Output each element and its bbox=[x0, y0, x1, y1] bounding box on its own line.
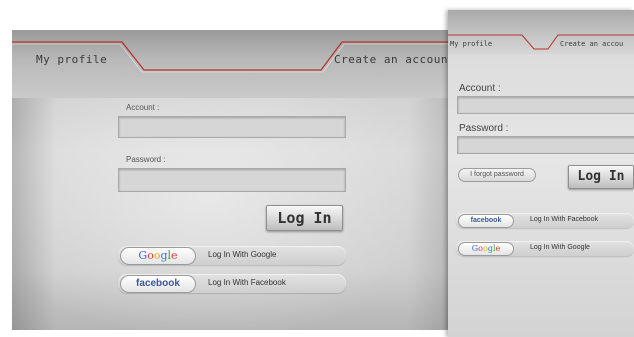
google-logo: Google bbox=[120, 247, 196, 265]
login-screen-small: My profile Create an accou Account : Pas… bbox=[448, 10, 634, 337]
facebook-login-row[interactable]: facebook Log In With Facebook bbox=[118, 274, 346, 293]
login-button[interactable]: Log In bbox=[568, 165, 634, 189]
account-field[interactable] bbox=[118, 116, 346, 138]
facebook-logo: facebook bbox=[120, 275, 196, 293]
password-field[interactable] bbox=[457, 136, 634, 154]
tab-create-account[interactable]: Create an accou bbox=[560, 40, 623, 48]
facebook-logo: facebook bbox=[458, 214, 514, 228]
tab-create-account[interactable]: Create an account bbox=[334, 53, 452, 66]
tab-my-profile[interactable]: My profile bbox=[450, 40, 492, 48]
password-label: Password : bbox=[126, 155, 166, 164]
google-logo: Google bbox=[458, 242, 514, 256]
login-button[interactable]: Log In bbox=[266, 205, 343, 231]
tab-my-profile[interactable]: My profile bbox=[36, 53, 107, 66]
password-field[interactable] bbox=[118, 168, 346, 192]
account-field[interactable] bbox=[457, 96, 634, 114]
account-label: Account : bbox=[459, 83, 501, 94]
google-login-label: Log In With Google bbox=[530, 244, 590, 251]
login-screen-large: My profile Create an account Account : P… bbox=[12, 30, 452, 330]
facebook-login-row[interactable]: facebook Log In With Facebook bbox=[456, 213, 634, 228]
facebook-login-label: Log In With Facebook bbox=[530, 216, 599, 223]
google-login-row[interactable]: Google Log In With Google bbox=[456, 241, 634, 256]
password-label: Password : bbox=[459, 123, 509, 134]
forgot-password-link[interactable]: I forgot password bbox=[458, 168, 536, 182]
facebook-login-label: Log In With Facebook bbox=[208, 278, 286, 287]
google-login-row[interactable]: Google Log In With Google bbox=[118, 246, 346, 265]
google-login-label: Log In With Google bbox=[208, 250, 277, 259]
account-label: Account : bbox=[126, 103, 160, 112]
